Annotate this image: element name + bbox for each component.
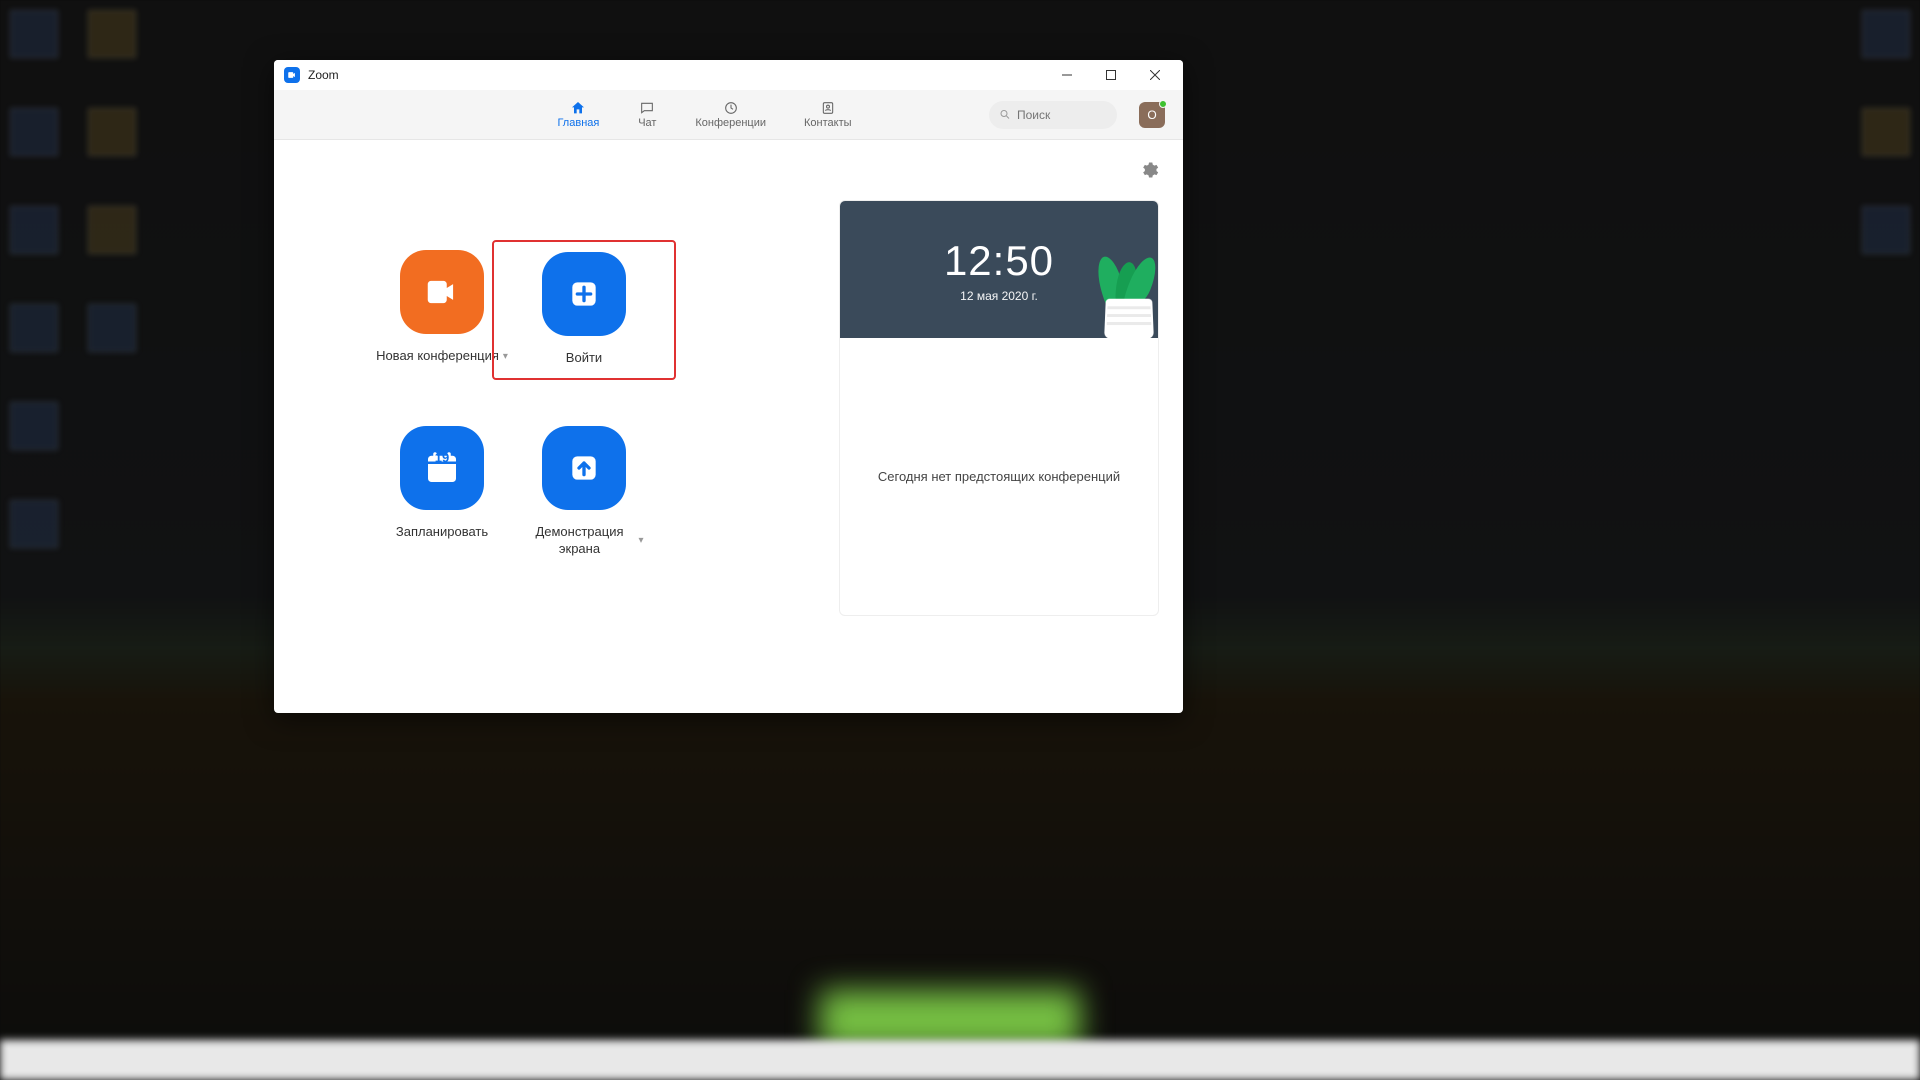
- tab-chat[interactable]: Чат: [637, 100, 657, 129]
- maximize-button[interactable]: [1089, 61, 1133, 89]
- plant-decoration-icon: [1093, 243, 1158, 338]
- calendar-icon: 19: [400, 426, 484, 510]
- window-title: Zoom: [308, 68, 339, 82]
- presence-dot-icon: [1159, 100, 1167, 108]
- search-icon: [999, 108, 1011, 121]
- tile-join[interactable]: Войти: [492, 240, 676, 380]
- video-icon: [400, 250, 484, 334]
- tile-label: Войти: [566, 350, 602, 366]
- calendar-day: 19: [435, 450, 449, 465]
- tile-schedule[interactable]: 19 Запланировать: [372, 426, 512, 557]
- avatar-initial: O: [1147, 108, 1156, 122]
- tile-label: Демонстрация экрана: [524, 524, 634, 557]
- tile-share-screen[interactable]: Демонстрация экрана ▾: [514, 426, 654, 557]
- tab-label: Контакты: [804, 117, 852, 129]
- tab-home[interactable]: Главная: [557, 100, 599, 129]
- desktop-icons-left: [10, 10, 136, 548]
- zoom-window: Zoom Главная Чат Конференции Контакты: [274, 60, 1183, 713]
- tab-label: Чат: [638, 117, 656, 129]
- tab-label: Конференции: [695, 117, 766, 129]
- search-input[interactable]: [1017, 108, 1107, 122]
- empty-meetings-text: Сегодня нет предстоящих конференций: [878, 469, 1120, 484]
- minimize-button[interactable]: [1045, 61, 1089, 89]
- desktop-icons-right: [1862, 10, 1910, 254]
- plus-icon: [542, 252, 626, 336]
- avatar[interactable]: O: [1139, 102, 1165, 128]
- tab-label: Главная: [557, 117, 599, 129]
- current-date: 12 мая 2020 г.: [960, 289, 1038, 303]
- search-box[interactable]: [989, 101, 1117, 129]
- action-tiles: Новая конференция ▾ Войти 19 Запланир: [298, 160, 728, 689]
- top-nav: Главная Чат Конференции Контакты O: [274, 90, 1183, 140]
- tile-new-meeting[interactable]: Новая конференция ▾: [372, 250, 512, 368]
- taskbar[interactable]: [0, 1040, 1920, 1080]
- tab-contacts[interactable]: Контакты: [804, 100, 852, 129]
- chevron-down-icon[interactable]: ▾: [638, 535, 643, 546]
- chat-icon: [637, 100, 657, 116]
- clock-icon: [721, 100, 741, 116]
- settings-button[interactable]: [1139, 160, 1159, 180]
- tile-label: Запланировать: [396, 524, 488, 540]
- close-button[interactable]: [1133, 61, 1177, 89]
- home-icon: [568, 100, 588, 116]
- share-up-icon: [542, 426, 626, 510]
- clock-hero: 12:50 12 мая 2020 г.: [840, 201, 1158, 338]
- upcoming-panel: 12:50 12 мая 2020 г. Сегодня нет предсто…: [839, 200, 1159, 616]
- tab-meetings[interactable]: Конференции: [695, 100, 766, 129]
- current-time: 12:50: [944, 237, 1054, 285]
- titlebar[interactable]: Zoom: [274, 60, 1183, 90]
- contacts-icon: [818, 100, 838, 116]
- zoom-logo-icon: [284, 67, 300, 83]
- tile-label: Новая конференция: [376, 348, 499, 364]
